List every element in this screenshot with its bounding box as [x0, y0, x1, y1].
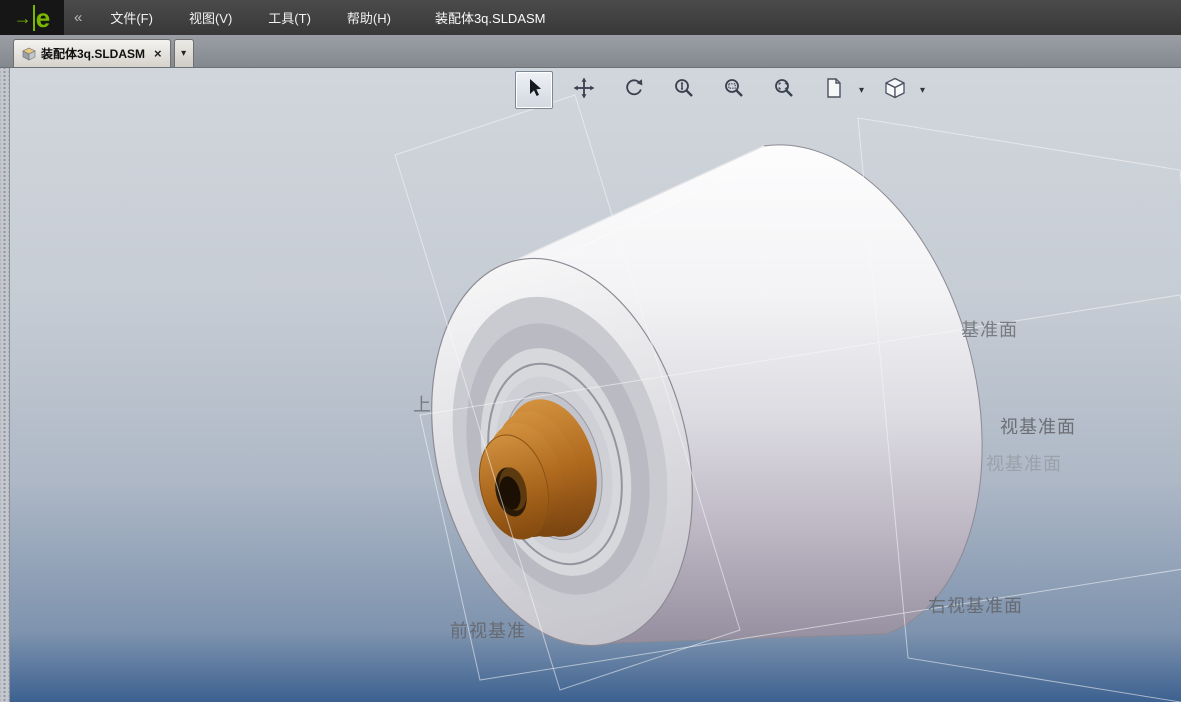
assembly-icon — [22, 47, 36, 61]
page-stamp-icon — [822, 76, 846, 105]
menu-items: 文件(F) 视图(V) 工具(T) 帮助(H) — [92, 0, 409, 36]
markup-tool-button[interactable] — [815, 71, 853, 109]
cursor-arrow-icon — [522, 76, 546, 105]
menu-help[interactable]: 帮助(H) — [329, 0, 409, 36]
document-tab-label: 装配体3q.SLDASM — [41, 47, 146, 61]
logo-letter: e — [32, 4, 50, 31]
menubar: → e « 文件(F) 视图(V) 工具(T) 帮助(H) 装配体3q.SLDA… — [0, 0, 1181, 36]
zoom-area-tool-button[interactable] — [715, 71, 753, 109]
zoom-fit-tool-button[interactable] — [765, 71, 803, 109]
zoom-fit-icon — [772, 76, 796, 105]
view-toolbar: ▾ ▾ — [515, 71, 925, 109]
menu-tools[interactable]: 工具(T) — [250, 0, 329, 36]
tab-bar: 装配体3q.SLDASM × ▾ — [0, 35, 1181, 68]
document-tab[interactable]: 装配体3q.SLDASM × — [13, 39, 171, 67]
cube-icon — [883, 76, 907, 105]
logo-arrow-icon: → — [13, 7, 32, 28]
tab-list-dropdown-button[interactable]: ▾ — [173, 39, 194, 67]
rotate-arrows-icon — [622, 76, 646, 105]
edrawings-logo: → e — [0, 0, 64, 35]
viewport-3d[interactable]: 基准面 视基准面 视基准面 右视基准面 前视基准 上 ▾ ▾ — [10, 68, 1181, 702]
pan-tool-button[interactable] — [565, 71, 603, 109]
assembly-model[interactable] — [393, 144, 983, 674]
chevron-down-icon: ▾ — [181, 48, 187, 59]
assembly-model-scene — [393, 94, 1181, 702]
zoom-tool-button[interactable] — [665, 71, 703, 109]
pan-arrows-icon — [572, 76, 596, 105]
select-tool-button[interactable] — [515, 71, 553, 109]
left-grip-strip[interactable] — [0, 68, 10, 702]
menu-file[interactable]: 文件(F) — [92, 0, 171, 36]
markup-dropdown-caret[interactable]: ▾ — [859, 85, 864, 96]
views-tool-button[interactable] — [876, 71, 914, 109]
menu-view[interactable]: 视图(V) — [171, 0, 250, 36]
rotate-tool-button[interactable] — [615, 71, 653, 109]
collapse-menu-button[interactable]: « — [64, 9, 92, 26]
tab-close-button[interactable]: × — [154, 46, 162, 61]
window-title: 装配体3q.SLDASM — [434, 11, 546, 26]
zoom-area-icon — [722, 76, 746, 105]
zoom-in-out-icon — [672, 76, 696, 105]
views-dropdown-caret[interactable]: ▾ — [920, 85, 925, 96]
